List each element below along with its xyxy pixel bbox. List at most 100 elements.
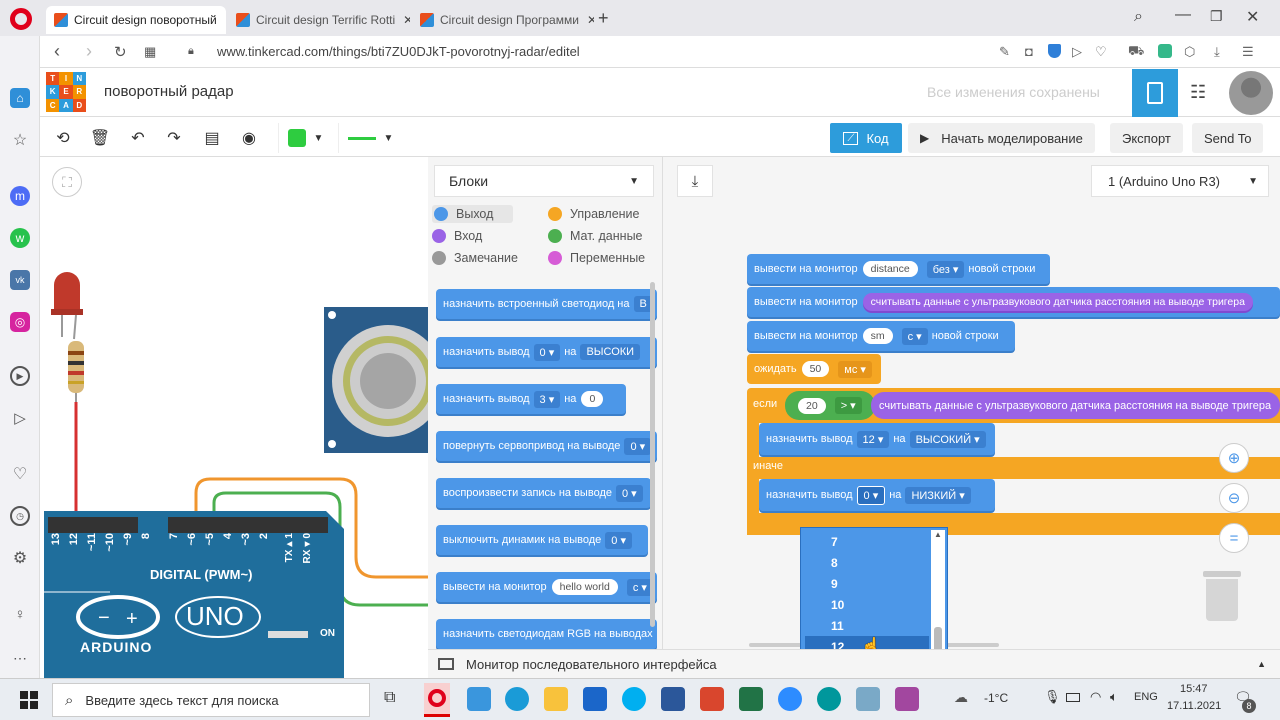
reload-icon[interactable]: ↻ — [114, 43, 127, 61]
extension-icon[interactable] — [1158, 44, 1172, 58]
dropdown-option[interactable]: 9 — [831, 577, 838, 591]
wire-type-picker[interactable]: ▼ — [338, 123, 402, 153]
tab-1[interactable]: Circuit design поворотный ✕ — [46, 6, 226, 34]
block-rotate-servo[interactable]: повернуть сервопривод на выводе 0 ▾ — [436, 431, 657, 461]
chevron-up-icon[interactable]: ▲ — [1257, 659, 1266, 669]
explorer-taskbar-icon[interactable] — [544, 687, 568, 711]
category-notation[interactable]: Замечание — [432, 251, 518, 265]
category-control[interactable]: Управление — [548, 207, 640, 221]
excel-taskbar-icon[interactable] — [739, 687, 763, 711]
skype-taskbar-icon[interactable] — [622, 687, 646, 711]
close-tab-icon[interactable]: ✕ — [395, 13, 410, 27]
clock-date[interactable]: 17.11.2021 — [1167, 700, 1221, 712]
tab-2[interactable]: Circuit design Terrific Rotti ✕ — [228, 6, 410, 34]
star-icon[interactable]: ☆ — [10, 130, 30, 150]
if-else-block[interactable]: если 20 > ▾ считывать данные с ультразвук… — [747, 388, 1280, 535]
condition-sensor-read[interactable]: считывать данные с ультразвукового датчи… — [871, 392, 1280, 419]
speed-dial-icon[interactable]: ▦ — [144, 44, 156, 60]
close-tab-icon[interactable]: ✕ — [579, 13, 594, 27]
category-output[interactable]: Выход — [432, 205, 514, 223]
redo-icon[interactable]: ↷ — [162, 123, 186, 153]
trash-icon[interactable] — [1203, 571, 1241, 623]
whatsapp-icon[interactable]: w — [10, 228, 30, 248]
tinkercad-logo[interactable]: TIN KER CAD — [46, 72, 86, 112]
restore-icon[interactable]: ❐ — [1210, 8, 1223, 25]
rotate-icon[interactable]: ⟲ — [50, 123, 76, 153]
cube-icon[interactable]: ⬡ — [1184, 44, 1195, 60]
block-set-pin-value[interactable]: назначить вывод 3 ▾ на 0 — [436, 384, 626, 414]
code-block-print-sensor[interactable]: вывести на монитор считывать данные с уль… — [747, 287, 1280, 317]
opera-logo-icon[interactable] — [10, 8, 32, 30]
avatar[interactable] — [1229, 71, 1273, 115]
dropdown-option[interactable]: 11 — [831, 619, 844, 633]
history-icon[interactable]: ◷ — [10, 506, 30, 526]
export-button[interactable]: Экспорт — [1110, 123, 1183, 153]
project-title[interactable]: поворотный радар — [104, 83, 234, 100]
code-block-set-pin-12-high[interactable]: назначить вывод 12 ▾ на ВЫСОКИЙ ▾ — [759, 423, 995, 455]
category-math[interactable]: Мат. данные — [548, 229, 643, 243]
pdf-taskbar-icon[interactable] — [700, 687, 724, 711]
send-icon[interactable]: ▷ — [1072, 44, 1082, 60]
heart-icon[interactable]: ♡ — [1095, 44, 1107, 60]
download-code-button[interactable]: ⤓ — [677, 165, 713, 197]
messenger-icon[interactable]: m — [10, 186, 30, 206]
visibility-icon[interactable]: ◉ — [236, 123, 262, 153]
components-list-icon[interactable]: ☷ — [1190, 82, 1206, 103]
block-turn-off-speaker[interactable]: выключить динамик на выводе 0 ▾ — [436, 525, 648, 555]
dropdown-option[interactable]: 8 — [831, 556, 838, 570]
dropdown-option[interactable]: 7 — [831, 535, 838, 549]
start-simulation-button[interactable]: ▶ Начать моделирование — [908, 123, 1095, 153]
circuit-view-button[interactable] — [1132, 69, 1178, 117]
send-to-button[interactable]: Send To — [1192, 123, 1264, 153]
back-icon[interactable]: ‹ — [54, 41, 60, 62]
search-icon[interactable]: ⌕ — [1134, 8, 1143, 26]
block-set-rgb-led[interactable]: назначить светодиодам RGB на выводах — [436, 619, 657, 649]
zoom-reset-icon[interactable]: = — [1219, 523, 1249, 553]
block-play-tone[interactable]: воспроизвести запись на выводе 0 ▾ — [436, 478, 651, 508]
arduino-taskbar-icon[interactable] — [817, 687, 841, 711]
url-field[interactable]: www.tinkercad.com/things/bti7ZU0DJkT-pov… — [217, 44, 580, 59]
forward-icon[interactable]: › — [86, 41, 92, 62]
zoom-out-icon[interactable]: ⊖ — [1219, 483, 1249, 513]
minimize-icon[interactable]: — — [1175, 6, 1191, 24]
clock-time[interactable]: 15:47 — [1180, 683, 1208, 695]
player-icon[interactable]: ▶ — [10, 366, 30, 386]
task-view-icon[interactable]: ⧉ — [384, 689, 395, 707]
tab-3[interactable]: Circuit design Программи ✕ — [412, 6, 594, 34]
code-canvas[interactable]: ⤓ 1 (Arduino Uno R3) ▼ вывести на монито… — [663, 157, 1280, 649]
close-window-icon[interactable]: ✕ — [1246, 7, 1259, 27]
color-picker[interactable]: ▼ — [278, 123, 332, 153]
zoom-taskbar-icon[interactable] — [778, 687, 802, 711]
category-input[interactable]: Вход — [432, 229, 482, 243]
windows-start-icon[interactable] — [20, 691, 38, 709]
weather-text[interactable]: -1°C — [984, 691, 1008, 705]
send-icon[interactable]: ▷ — [10, 408, 30, 428]
download-icon[interactable]: ⤓ — [1214, 44, 1220, 60]
language-indicator[interactable]: ENG — [1134, 691, 1158, 703]
vk-icon[interactable]: vk — [10, 270, 30, 290]
zoom-in-icon[interactable]: ⊕ — [1219, 443, 1249, 473]
network-tool-taskbar-icon[interactable] — [856, 687, 880, 711]
opera-taskbar-icon[interactable] — [424, 683, 450, 717]
word-taskbar-icon[interactable] — [661, 687, 685, 711]
circuit-workspace[interactable]: ⛶ − + 13 12 ~11 ~10 ~9 8 7 ~6 ~5 4 ~3 2 … — [40, 157, 428, 678]
undo-icon[interactable]: ↶ — [126, 123, 150, 153]
settings-icon[interactable]: ⚙ — [10, 548, 30, 568]
edit-icon[interactable]: ✎ — [999, 44, 1010, 60]
bulb-icon[interactable]: ♀ — [10, 604, 30, 624]
board-select[interactable]: 1 (Arduino Uno R3) ▼ — [1091, 165, 1269, 197]
volume-icon[interactable]: 🔈︎ — [1110, 689, 1118, 705]
camera-icon[interactable]: ◘ — [1025, 44, 1033, 59]
dropdown-option[interactable]: 10 — [831, 598, 844, 612]
home-icon[interactable]: ⌂ — [10, 88, 30, 108]
close-tab-icon[interactable]: ✕ — [217, 13, 226, 27]
delete-icon[interactable]: 🗑︎ — [88, 123, 112, 153]
code-block-print-sm[interactable]: вывести на монитор sm с ▾ новой строки — [747, 321, 1015, 351]
battery-icon[interactable] — [1066, 693, 1080, 702]
block-set-pin-high[interactable]: назначить вывод 0 ▾ на ВЫСОКИ — [436, 337, 657, 367]
teams-taskbar-icon[interactable] — [895, 687, 919, 711]
edge-taskbar-icon[interactable] — [505, 687, 529, 711]
notes-icon[interactable]: ▤ — [200, 123, 224, 153]
serial-monitor-bar[interactable]: Монитор последовательного интерфейса ▲ — [428, 649, 1280, 678]
block-set-builtin-led[interactable]: назначить встроенный светодиод на В — [436, 289, 657, 319]
